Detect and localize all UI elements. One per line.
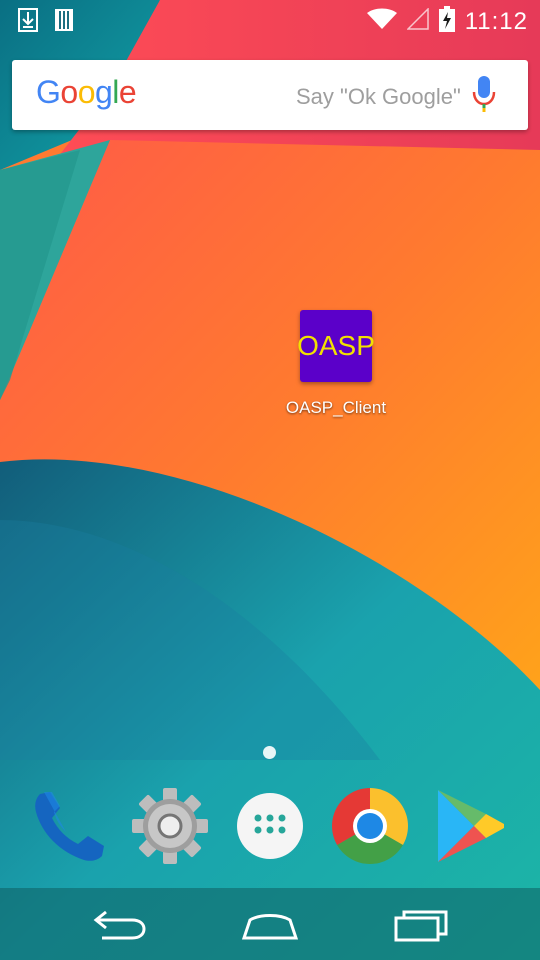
google-logo-letter: G bbox=[36, 74, 61, 110]
navigation-bar bbox=[0, 888, 540, 960]
play-store-icon[interactable] bbox=[430, 786, 510, 866]
google-logo-letter: g bbox=[94, 74, 113, 110]
settings-icon[interactable] bbox=[130, 786, 210, 866]
search-hint: Say "Ok Google" bbox=[296, 84, 461, 109]
phone-icon[interactable] bbox=[30, 786, 110, 866]
wifi-icon bbox=[366, 8, 397, 35]
back-icon[interactable] bbox=[92, 908, 148, 947]
home-icon[interactable] bbox=[240, 908, 300, 947]
google-logo-letter: l bbox=[112, 74, 119, 110]
sim-card-icon bbox=[54, 8, 74, 37]
app-tile-text: OASP bbox=[297, 330, 375, 361]
oasp-client-icon[interactable]: OASP bbox=[297, 310, 375, 382]
app-drawer-icon[interactable] bbox=[230, 786, 310, 866]
google-logo-letter: e bbox=[118, 74, 137, 110]
oasp-client-shortcut[interactable]: OASP OASP_Client bbox=[280, 310, 392, 418]
app-label: OASP_Client bbox=[285, 398, 387, 417]
download-icon bbox=[18, 8, 38, 37]
mic-icon[interactable] bbox=[472, 76, 496, 119]
cell-signal-icon bbox=[405, 7, 429, 35]
google-logo: Google bbox=[36, 74, 137, 111]
google-search-bar[interactable]: Google Say "Ok Google" bbox=[12, 60, 528, 130]
google-logo-letter: o bbox=[77, 74, 96, 110]
chrome-icon[interactable] bbox=[330, 786, 410, 866]
status-time: 11:12 bbox=[464, 7, 528, 35]
recents-icon[interactable] bbox=[394, 908, 448, 947]
status-bar: 11:12 bbox=[0, 0, 540, 40]
battery-charging-icon bbox=[438, 6, 455, 37]
page-indicator-dot bbox=[263, 746, 276, 759]
google-logo-letter: o bbox=[60, 74, 78, 110]
